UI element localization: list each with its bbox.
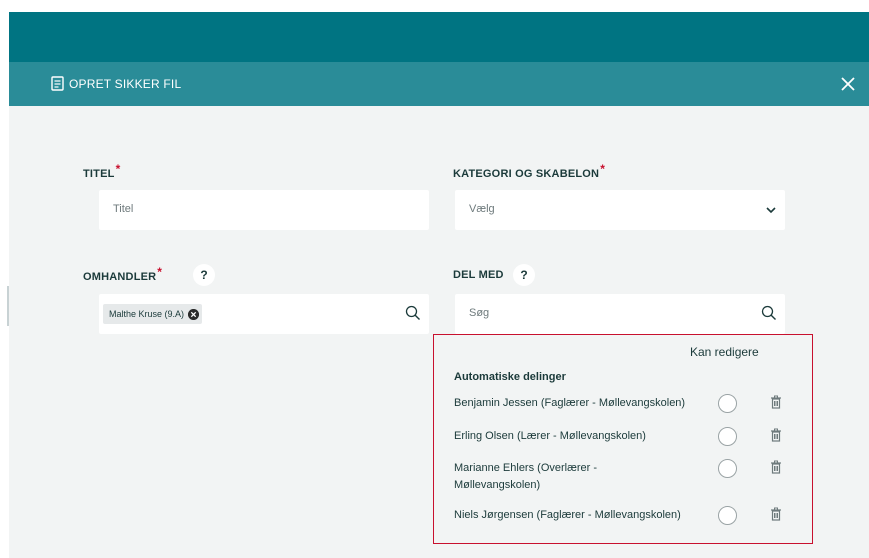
share-person-name: Benjamin Jessen (Faglærer - Møllevangsko… — [454, 397, 686, 409]
app-top-bar — [9, 12, 869, 62]
can-edit-radio[interactable] — [718, 394, 737, 413]
can-edit-radio[interactable] — [718, 506, 737, 525]
kategori-label-text: KATEGORI OG SKABELON — [453, 168, 600, 180]
titel-placeholder: Titel — [113, 203, 134, 215]
del-med-search-input[interactable]: Søg — [455, 294, 785, 334]
omhandler-input[interactable]: Malthe Kruse (9.A) — [99, 294, 429, 334]
trash-icon[interactable] — [770, 507, 782, 521]
kategori-label: KATEGORI OG SKABELON* — [453, 162, 605, 180]
del-med-label-text: DEL MED — [453, 269, 504, 281]
page-left-edge — [0, 12, 9, 558]
automatic-shares-panel: Kan redigere Automatiske delinger Benjam… — [433, 334, 813, 544]
page-background-top — [0, 0, 869, 12]
required-mark: * — [157, 265, 163, 279]
can-edit-column-header: Kan redigere — [690, 345, 759, 359]
search-icon[interactable] — [405, 305, 421, 321]
titel-input[interactable]: Titel — [99, 190, 429, 230]
omhandler-label: OMHANDLER* — [83, 265, 162, 283]
titel-label-text: TITEL — [83, 168, 115, 180]
del-med-help-icon[interactable]: ? — [513, 264, 535, 286]
share-person-name: Erling Olsen (Lærer - Møllevangskolen) — [454, 430, 646, 442]
del-med-label: DEL MED — [453, 269, 504, 281]
modal-header: OPRET SIKKER FIL — [9, 62, 869, 106]
student-chip-label: Malthe Kruse (9.A) — [109, 309, 185, 319]
trash-icon[interactable] — [770, 428, 782, 442]
omhandler-label-text: OMHANDLER — [83, 271, 157, 283]
chevron-down-icon — [766, 207, 776, 214]
trash-icon[interactable] — [770, 395, 782, 409]
share-person-name: Marianne Ehlers (Overlærer - Møllevangsk… — [454, 462, 598, 491]
kategori-select[interactable]: Vælg — [455, 190, 785, 230]
kategori-placeholder: Vælg — [469, 203, 495, 215]
document-icon — [51, 76, 64, 91]
required-mark: * — [115, 162, 121, 176]
omhandler-help-icon[interactable]: ? — [193, 264, 215, 286]
can-edit-radio[interactable] — [718, 459, 737, 478]
titel-label: TITEL* — [83, 162, 120, 180]
modal-title: OPRET SIKKER FIL — [69, 77, 182, 91]
can-edit-radio[interactable] — [718, 427, 737, 446]
trash-icon[interactable] — [770, 460, 782, 474]
create-secure-file-modal: OPRET SIKKER FIL TITEL* Titel KATEGORI O… — [9, 62, 869, 558]
automatic-shares-title: Automatiske delinger — [454, 371, 566, 383]
remove-chip-icon[interactable] — [188, 309, 200, 320]
search-icon[interactable] — [761, 305, 777, 321]
share-person-name: Niels Jørgensen (Faglærer - Møllevangsko… — [454, 509, 681, 521]
required-mark: * — [600, 162, 606, 176]
del-med-placeholder: Søg — [469, 307, 490, 319]
student-chip: Malthe Kruse (9.A) — [103, 304, 203, 324]
close-icon[interactable] — [837, 73, 859, 95]
